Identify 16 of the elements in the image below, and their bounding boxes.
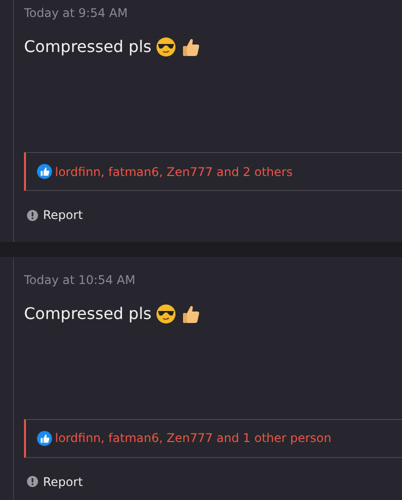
reactions-link[interactable]: lordfinn, fatman6, Zen777 and 1 other person xyxy=(55,429,332,447)
alert-icon xyxy=(27,210,38,220)
message-text: Compressed pls xyxy=(24,36,152,58)
sunglasses-emoji-icon xyxy=(156,304,176,324)
timestamp: Today at 10:54 AM xyxy=(24,272,136,288)
thumbs-up-emoji-icon xyxy=(181,37,202,57)
sunglasses-emoji-icon xyxy=(156,37,176,57)
alert-icon xyxy=(27,476,38,487)
report-link[interactable]: Report xyxy=(24,472,83,492)
like-icon xyxy=(37,430,52,446)
timestamp: Today at 9:54 AM xyxy=(24,5,128,22)
message-text: Compressed pls xyxy=(24,302,152,324)
thumbs-up-emoji-icon xyxy=(181,304,202,324)
report-link[interactable]: Report xyxy=(24,205,83,225)
like-icon xyxy=(37,164,52,179)
reactions-link[interactable]: lordfinn, fatman6, Zen777 and 2 others xyxy=(55,162,293,180)
